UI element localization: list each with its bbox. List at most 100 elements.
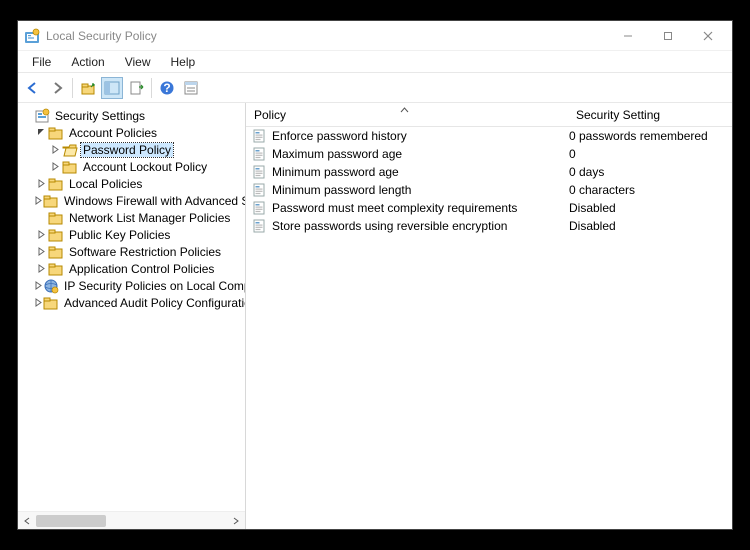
back-button[interactable] <box>22 77 44 99</box>
tree-audit[interactable]: Advanced Audit Policy Configuration <box>20 294 245 311</box>
policy-item-icon <box>252 164 268 180</box>
app-window: Local Security Policy File Action View H… <box>17 20 733 530</box>
expand-icon[interactable] <box>34 196 43 205</box>
minimize-button[interactable] <box>608 22 648 50</box>
policy-row[interactable]: Minimum password length 0 characters <box>246 181 732 199</box>
expand-icon[interactable] <box>34 298 43 307</box>
expand-icon[interactable] <box>34 264 48 273</box>
menu-bar: File Action View Help <box>18 51 732 73</box>
tree-label: Application Control Policies <box>67 262 216 276</box>
policy-item-icon <box>252 146 268 162</box>
policy-name: Password must meet complexity requiremen… <box>272 201 517 215</box>
tree-label: IP Security Policies on Local Computer <box>62 279 245 293</box>
title-bar: Local Security Policy <box>18 21 732 51</box>
tree-ipsec[interactable]: IP Security Policies on Local Computer <box>20 277 245 294</box>
tree-label: Public Key Policies <box>67 228 172 242</box>
policy-row[interactable]: Maximum password age 0 <box>246 145 732 163</box>
folder-open-icon <box>62 142 78 158</box>
window-title: Local Security Policy <box>46 29 608 43</box>
client-area: Security Settings Account Policies Passw… <box>18 103 732 529</box>
policy-name: Store passwords using reversible encrypt… <box>272 219 507 233</box>
menu-help[interactable]: Help <box>161 53 206 71</box>
policy-value: 0 characters <box>568 183 732 197</box>
policy-name: Maximum password age <box>272 147 402 161</box>
policy-name: Enforce password history <box>272 129 407 143</box>
app-icon <box>24 28 40 44</box>
menu-view[interactable]: View <box>115 53 161 71</box>
policy-row[interactable]: Store passwords using reversible encrypt… <box>246 217 732 235</box>
tree-label: Local Policies <box>67 177 144 191</box>
scroll-right-button[interactable] <box>227 513 245 529</box>
export-button[interactable] <box>125 77 147 99</box>
show-hide-tree-button[interactable] <box>101 77 123 99</box>
sort-indicator-icon <box>400 105 409 116</box>
tree-password-policy[interactable]: Password Policy <box>20 141 245 158</box>
tree-label: Advanced Audit Policy Configuration <box>62 296 245 310</box>
folder-icon <box>48 210 64 226</box>
expand-icon[interactable] <box>34 247 48 256</box>
tree-srp[interactable]: Software Restriction Policies <box>20 243 245 260</box>
tree-label: Security Settings <box>53 109 147 123</box>
folder-icon <box>48 227 64 243</box>
expand-icon[interactable] <box>48 162 62 171</box>
menu-action[interactable]: Action <box>61 53 114 71</box>
tree-pkp[interactable]: Public Key Policies <box>20 226 245 243</box>
policy-value: 0 <box>568 147 732 161</box>
list-pane: Policy Security Setting Enforce password… <box>246 103 732 529</box>
up-button[interactable] <box>77 77 99 99</box>
expand-icon[interactable] <box>34 179 48 188</box>
help-button[interactable]: ? <box>156 77 178 99</box>
toolbar-separator <box>72 78 73 98</box>
scroll-track[interactable] <box>36 513 227 529</box>
properties-button[interactable] <box>180 77 202 99</box>
tree-local-policies[interactable]: Local Policies <box>20 175 245 192</box>
expand-icon[interactable] <box>48 145 62 154</box>
folder-icon <box>48 244 64 260</box>
folder-icon <box>62 159 78 175</box>
folder-icon <box>43 193 59 209</box>
policy-value: Disabled <box>568 219 732 233</box>
tree-label: Password Policy <box>81 143 173 157</box>
maximize-button[interactable] <box>648 22 688 50</box>
folder-icon <box>48 176 64 192</box>
collapse-icon[interactable] <box>34 128 48 137</box>
policy-name: Minimum password age <box>272 165 399 179</box>
svg-text:?: ? <box>163 81 170 95</box>
close-button[interactable] <box>688 22 728 50</box>
menu-file[interactable]: File <box>22 53 61 71</box>
tree-acp[interactable]: Application Control Policies <box>20 260 245 277</box>
expand-icon[interactable] <box>34 230 48 239</box>
policy-item-icon <box>252 218 268 234</box>
toolbar: ? <box>18 73 732 103</box>
policy-row[interactable]: Minimum password age 0 days <box>246 163 732 181</box>
expand-icon[interactable] <box>34 281 43 290</box>
column-headers: Policy Security Setting <box>246 103 732 127</box>
policy-item-icon <box>252 128 268 144</box>
tree-label: Account Lockout Policy <box>81 160 209 174</box>
security-settings-icon <box>34 108 50 124</box>
policy-row[interactable]: Password must meet complexity requiremen… <box>246 199 732 217</box>
scroll-thumb[interactable] <box>36 515 106 527</box>
tree-account-policies[interactable]: Account Policies <box>20 124 245 141</box>
ipsec-icon <box>43 278 59 294</box>
column-security-setting[interactable]: Security Setting <box>568 108 732 122</box>
policy-item-icon <box>252 200 268 216</box>
folder-icon <box>48 261 64 277</box>
scroll-left-button[interactable] <box>18 513 36 529</box>
tree-account-lockout[interactable]: Account Lockout Policy <box>20 158 245 175</box>
toolbar-separator <box>151 78 152 98</box>
tree-root[interactable]: Security Settings <box>20 107 245 124</box>
tree-label: Network List Manager Policies <box>67 211 232 225</box>
tree-firewall[interactable]: Windows Firewall with Advanced Security <box>20 192 245 209</box>
policy-value: 0 days <box>568 165 732 179</box>
tree-horizontal-scrollbar[interactable] <box>18 511 245 529</box>
tree-pane: Security Settings Account Policies Passw… <box>18 103 246 529</box>
policy-row[interactable]: Enforce password history0 passwords reme… <box>246 127 732 145</box>
policy-name: Minimum password length <box>272 183 411 197</box>
tree-label: Account Policies <box>67 126 159 140</box>
tree-nlm[interactable]: Network List Manager Policies <box>20 209 245 226</box>
folder-icon <box>43 295 59 311</box>
tree-label: Windows Firewall with Advanced Security <box>62 194 245 208</box>
forward-button[interactable] <box>46 77 68 99</box>
policy-value: Disabled <box>568 201 732 215</box>
